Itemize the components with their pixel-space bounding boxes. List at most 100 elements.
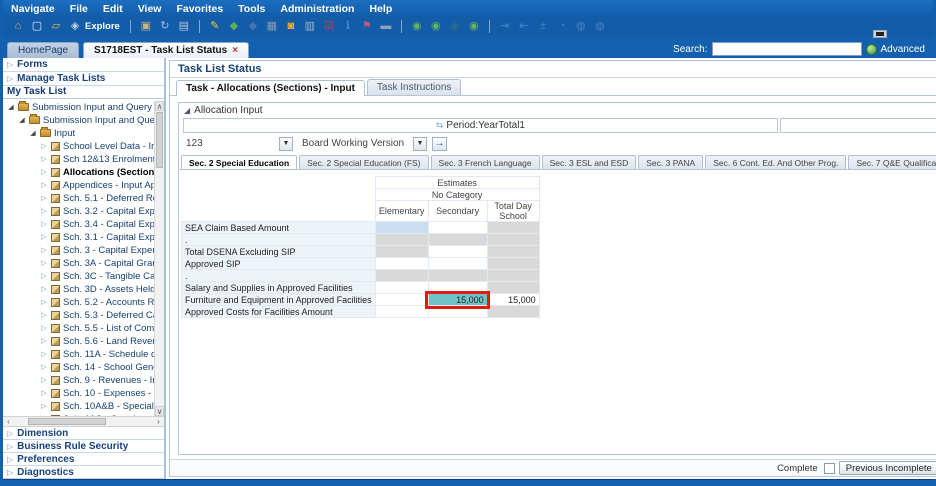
section-tab-sec-3-esl-and-esd[interactable]: Sec. 3 ESL and ESD [542, 155, 637, 169]
explore-icon[interactable]: ◈ [68, 20, 82, 34]
rules-runtime-icon[interactable]: ◉ [429, 20, 443, 34]
grid-cell[interactable] [487, 282, 539, 294]
grid-cell-selected[interactable]: 15,000 [428, 294, 487, 306]
collapsed-node-icon[interactable]: ▷ [40, 142, 48, 150]
document-tab-home[interactable]: HomePage [7, 42, 79, 58]
tree-item[interactable]: ▷Sch. 3C - Tangible Capital Asset Co [3, 270, 164, 283]
open-folder-icon[interactable]: ▱ [49, 20, 63, 34]
menu-item-navigate[interactable]: Navigate [11, 3, 55, 15]
collapsed-node-icon[interactable]: ▷ [40, 415, 48, 416]
rules-launch-icon[interactable]: ◉ [410, 20, 424, 34]
section-tab-sec-6-cont-ed-and-other-prog-[interactable]: Sec. 6 Cont. Ed. And Other Prog. [705, 155, 846, 169]
copy-version-icon[interactable]: ▥ [303, 20, 317, 34]
tree-item[interactable]: ▷Sch. 3.1 - Capital Expenditures - M [3, 231, 164, 244]
print-icon[interactable]: ▤ [177, 20, 191, 34]
close-tab-icon[interactable]: × [232, 45, 238, 56]
tree-item[interactable]: ▷Sch. 3 - Capital Expenditures - Inpu [3, 244, 164, 257]
tab-task-allocations-sections-input[interactable]: Task - Allocations (Sections) - Input [176, 80, 365, 96]
grid-cell[interactable] [375, 234, 428, 246]
tree-item[interactable]: ▷Sch. 14 - School Generated Funds - [3, 361, 164, 374]
section-tab-sec-2-special-education[interactable]: Sec. 2 Special Education [181, 155, 297, 169]
collapsed-node-icon[interactable]: ▷ [40, 337, 48, 345]
grid-cell[interactable] [487, 258, 539, 270]
tree-item[interactable]: ▷Sch. 3.4 - Capital Expenditures Det [3, 218, 164, 231]
section-collapse-icon[interactable]: ◢ [184, 106, 190, 115]
collapsed-node-icon[interactable]: ▷ [40, 311, 48, 319]
collapsed-node-icon[interactable]: ▷ [40, 298, 48, 306]
tree-item[interactable]: ◢Submission Input and Query - Non-FS_Sou… [3, 101, 164, 114]
tree-item[interactable]: ▷School Level Data - Input [3, 140, 164, 153]
button-previous-incomplete[interactable]: Previous Incomplete [839, 461, 936, 475]
grid-cell[interactable] [375, 222, 428, 234]
tree-item[interactable]: ▷Sch. 3A - Capital Grants Funding - I [3, 257, 164, 270]
tree-horizontal-scrollbar[interactable]: ‹ › [3, 416, 164, 427]
sidebar-section-manage-task-lists[interactable]: ▷Manage Task Lists [3, 72, 164, 86]
lock-icon[interactable]: ◙ [284, 20, 298, 34]
expanded-node-icon[interactable]: ◢ [29, 129, 37, 137]
grid-cell[interactable] [428, 306, 487, 318]
menu-item-edit[interactable]: Edit [103, 3, 123, 15]
tree-item[interactable]: ◢Input [3, 127, 164, 140]
expanded-node-icon[interactable]: ◢ [7, 103, 15, 111]
collapsed-node-icon[interactable]: ▷ [40, 246, 48, 254]
go-button[interactable]: → [432, 137, 447, 151]
grid-cell[interactable] [428, 234, 487, 246]
paste-icon[interactable]: ▣ [139, 20, 153, 34]
menu-item-favorites[interactable]: Favorites [176, 3, 223, 15]
section-tab-sec-2-special-education-fs-[interactable]: Sec. 2 Special Education (FS) [299, 155, 428, 169]
advanced-search-link[interactable]: Advanced [881, 44, 925, 55]
tree-vertical-scrollbar[interactable]: ∧ ∨ [154, 101, 164, 416]
advanced-search-globe-icon[interactable] [866, 44, 877, 55]
sidebar-section-forms[interactable]: ▷Forms [3, 58, 164, 72]
collapsed-node-icon[interactable]: ▷ [40, 194, 48, 202]
collapsed-node-icon[interactable]: ▷ [40, 272, 48, 280]
grid-cell[interactable] [428, 270, 487, 282]
sidebar-section-dimension[interactable]: ▷Dimension [3, 427, 164, 440]
collapsed-node-icon[interactable]: ▷ [40, 168, 48, 176]
sidebar-section-my-task-list[interactable]: My Task List [3, 86, 164, 99]
collapsed-node-icon[interactable]: ▷ [40, 350, 48, 358]
tree-item[interactable]: ▷Sch. 10G - Supplementary Informat [3, 413, 164, 416]
explore-label[interactable]: Explore [85, 21, 120, 32]
console-icon[interactable]: ▬ [379, 20, 393, 34]
collapsed-node-icon[interactable]: ▷ [40, 233, 48, 241]
pov-period[interactable]: ⇆ Period:YearTotal1 [183, 118, 778, 133]
grid-cell[interactable] [428, 246, 487, 258]
tree-item[interactable]: ▷Sch 12&13 Enrolment - Input [3, 153, 164, 166]
info-icon[interactable]: ℹ [341, 20, 355, 34]
section-tab-sec-3-pana[interactable]: Sec. 3 PANA [638, 155, 703, 169]
grid-cell[interactable] [375, 306, 428, 318]
grid-cell[interactable] [375, 294, 428, 306]
menu-item-administration[interactable]: Administration [280, 3, 354, 15]
tree-item[interactable]: ▷Sch. 11A - Schedule of Tax Revenu [3, 348, 164, 361]
sidebar-section-diagnostics[interactable]: ▷Diagnostics [3, 466, 164, 479]
collapsed-node-icon[interactable]: ▷ [40, 324, 48, 332]
grid-cell[interactable] [487, 222, 539, 234]
grid-cell[interactable] [428, 258, 487, 270]
edit-icon[interactable]: ✎ [208, 20, 222, 34]
home-icon[interactable]: ⌂ [11, 20, 25, 34]
page-combo-dropdown-icon[interactable]: ▼ [279, 137, 293, 151]
tree-scroll-up-icon[interactable]: ∧ [155, 101, 164, 111]
pov-year[interactable]: Year:2017-18 [780, 118, 936, 133]
tree-hscroll-thumb[interactable] [28, 418, 106, 425]
tree-item[interactable]: ▷Sch. 5.6 - Land Revenues and Defe [3, 335, 164, 348]
search-input[interactable] [712, 42, 862, 56]
tree-item[interactable]: ▷Sch. 10 - Expenses - Input [3, 387, 164, 400]
version-combo-dropdown-icon[interactable]: ▼ [413, 137, 427, 151]
tab-task-instructions[interactable]: Task Instructions [367, 79, 461, 95]
collapsed-node-icon[interactable]: ▷ [40, 285, 48, 293]
grid-cell[interactable]: 15,000 [487, 294, 539, 306]
page-combo[interactable]: 123 ▼ [183, 136, 293, 151]
validate-icon[interactable]: ☑ [322, 20, 336, 34]
grid-cell[interactable] [487, 270, 539, 282]
grid-cell[interactable] [487, 306, 539, 318]
collapse-pane-icon[interactable] [873, 30, 887, 38]
document-tab-active[interactable]: S1718EST - Task List Status× [83, 42, 249, 58]
collapsed-node-icon[interactable]: ▷ [40, 259, 48, 267]
collapsed-node-icon[interactable]: ▷ [40, 363, 48, 371]
collapsed-node-icon[interactable]: ▷ [40, 402, 48, 410]
tree-item[interactable]: ▷Sch. 9 - Revenues - Input [3, 374, 164, 387]
sidebar-section-preferences[interactable]: ▷Preferences [3, 453, 164, 466]
version-combo[interactable]: Board Working Version ▼ [299, 136, 427, 151]
